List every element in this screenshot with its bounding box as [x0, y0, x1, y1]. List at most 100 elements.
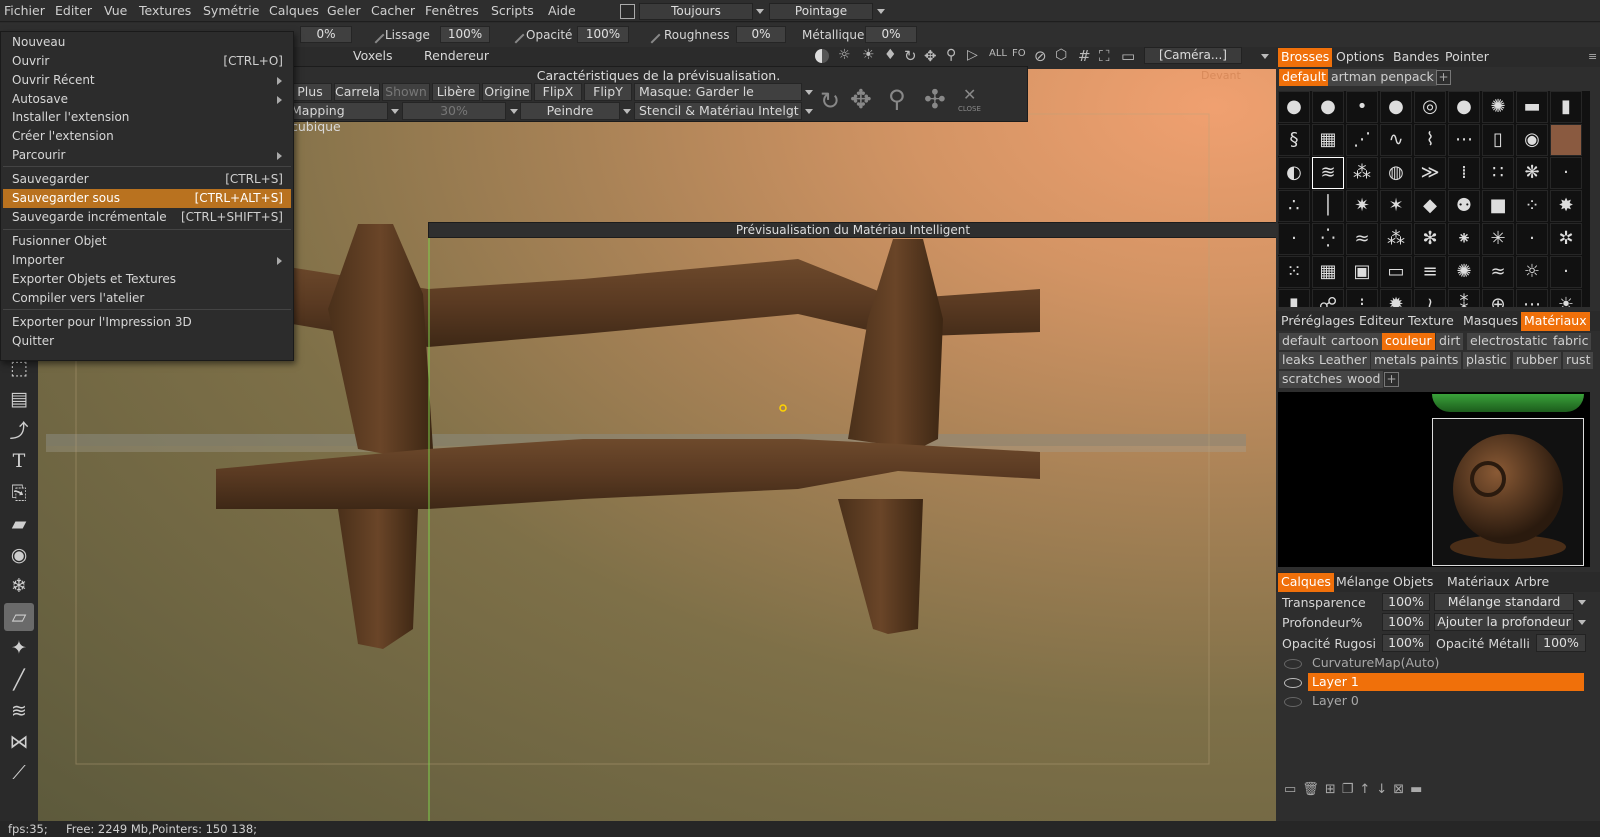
- mat-cat-paints[interactable]: paints: [1417, 352, 1462, 369]
- brush-thumbnail[interactable]: ⌇: [1414, 124, 1446, 156]
- mat-cat-scratches[interactable]: scratches: [1279, 371, 1346, 388]
- delete-layer-icon[interactable]: 🗑: [1302, 782, 1325, 797]
- text-tool-icon[interactable]: T: [4, 447, 34, 475]
- brush-thumbnail[interactable]: [1550, 124, 1582, 156]
- tab-voxels[interactable]: Voxels: [353, 48, 393, 63]
- move-down-icon[interactable]: ↓: [1376, 782, 1393, 797]
- menu-item-quitter[interactable]: Quitter: [3, 332, 291, 351]
- libere-button[interactable]: Libère: [432, 83, 480, 101]
- brush-thumbnail[interactable]: ▬: [1516, 91, 1548, 123]
- menu-symetrie[interactable]: Symétrie: [203, 3, 259, 18]
- opacite-field[interactable]: 100%: [577, 26, 629, 43]
- menu-item-sauvegarder[interactable]: Sauvegarder [CTRL+S]: [3, 170, 291, 189]
- tab-preglages[interactable]: Préréglages: [1278, 312, 1358, 331]
- menu-item-fusionner-objet[interactable]: Fusionner Objet: [3, 232, 291, 251]
- mat-cat-cartoon[interactable]: cartoon: [1328, 333, 1382, 350]
- brush-thumbnail[interactable]: ✹: [1380, 289, 1412, 307]
- brush-thumbnail[interactable]: ●: [1312, 91, 1344, 123]
- pick-tool-icon[interactable]: ╱: [4, 666, 34, 694]
- drop-icon[interactable]: ♦: [884, 47, 897, 63]
- menu-geler[interactable]: Geler: [327, 3, 361, 18]
- close-icon[interactable]: ✕: [963, 85, 976, 104]
- brush-thumbnail[interactable]: ✷: [1346, 190, 1378, 222]
- brush-thumbnail[interactable]: ⁂: [1380, 223, 1412, 255]
- ruler-tool-icon[interactable]: ⟋: [4, 759, 34, 787]
- fill-tool-icon[interactable]: ⎘: [4, 479, 34, 507]
- shading-icon[interactable]: [815, 49, 829, 63]
- mat-cat-plastic[interactable]: plastic: [1463, 352, 1510, 369]
- brush-thumbnail[interactable]: ◉: [1516, 124, 1548, 156]
- roughness-field[interactable]: 0%: [736, 26, 786, 43]
- brush-thumbnail[interactable]: ⁂: [1346, 157, 1378, 189]
- mat-cat-leaks[interactable]: leaks: [1279, 352, 1318, 369]
- brush-thumbnail[interactable]: ∷: [1482, 157, 1514, 189]
- panel-menu-icon[interactable]: ≡: [1588, 50, 1597, 63]
- brush-thumbnail[interactable]: ·: [1278, 223, 1310, 255]
- menu-aide[interactable]: Aide: [548, 3, 576, 18]
- camera-dropdown[interactable]: [Caméra...]: [1144, 47, 1242, 64]
- mat-cat-rust[interactable]: rust: [1563, 352, 1594, 369]
- move-preview-icon[interactable]: ✥: [850, 85, 872, 115]
- percent-field[interactable]: 30%: [402, 102, 506, 120]
- menu-item-exporter-impression-3d[interactable]: Exporter pour l'Impression 3D: [3, 313, 291, 332]
- eye-icon[interactable]: [1284, 659, 1302, 669]
- light-icon[interactable]: ☼: [838, 47, 851, 63]
- mat-cat-metals[interactable]: metals: [1371, 352, 1420, 369]
- brush-thumbnail[interactable]: ·: [1516, 223, 1548, 255]
- brush-thumbnail[interactable]: ▣: [1346, 256, 1378, 288]
- new-layer-icon[interactable]: ▭: [1284, 782, 1302, 797]
- brush-thumbnail[interactable]: ▮: [1550, 91, 1582, 123]
- radius-field[interactable]: 0%: [300, 26, 352, 43]
- brush-thumbnail[interactable]: ▮: [1278, 289, 1310, 307]
- tab-renderer[interactable]: Rendereur: [424, 48, 489, 63]
- preset-default[interactable]: default: [1279, 69, 1329, 86]
- menu-item-exporter-objets[interactable]: Exporter Objets et Textures: [3, 270, 291, 289]
- brush-thumbnail[interactable]: ✳: [1482, 223, 1514, 255]
- brush-thumbnail[interactable]: ☍: [1312, 289, 1344, 307]
- brush-thumbnail[interactable]: ❋: [1516, 157, 1548, 189]
- tab-options[interactable]: Options: [1333, 48, 1387, 67]
- brush-thumbnail[interactable]: ≈: [1482, 256, 1514, 288]
- mat-cat-couleur[interactable]: couleur: [1382, 333, 1435, 350]
- block-icon[interactable]: ⊘: [1034, 47, 1047, 65]
- copy-tool-icon[interactable]: ▤: [4, 385, 34, 413]
- transparence-field[interactable]: 100%: [1382, 593, 1430, 611]
- brush-thumbnail[interactable]: ⁞: [1448, 157, 1480, 189]
- focus-icon[interactable]: FO: [1012, 48, 1026, 59]
- add-category-icon[interactable]: +: [1384, 372, 1399, 387]
- preset-artman[interactable]: artman penpack: [1328, 69, 1437, 86]
- brush-thumbnail[interactable]: ∴: [1278, 190, 1310, 222]
- tab-bandes[interactable]: Bandes: [1390, 48, 1442, 67]
- mat-cat-fabric[interactable]: fabric: [1550, 333, 1592, 350]
- rotate-icon[interactable]: ↻: [904, 47, 917, 65]
- brush-thumbnail[interactable]: ▦: [1312, 256, 1344, 288]
- brush-thumbnail[interactable]: ≈: [1346, 223, 1378, 255]
- cube-icon[interactable]: ⬡: [1055, 47, 1067, 63]
- brush-thumbnail[interactable]: ✶: [1380, 190, 1412, 222]
- eye-icon[interactable]: [1284, 697, 1302, 707]
- brush-thumbnail[interactable]: ⊕: [1482, 289, 1514, 307]
- image-icon[interactable]: ▭: [1121, 47, 1135, 65]
- brush-thumbnail[interactable]: ✲: [1550, 223, 1582, 255]
- tab-objets[interactable]: Objets: [1390, 573, 1436, 592]
- opacite-metalli-field[interactable]: 100%: [1536, 634, 1586, 652]
- menu-item-creer-extension[interactable]: Créer l'extension: [3, 127, 291, 146]
- butterfly-tool-icon[interactable]: ⋈: [4, 728, 34, 756]
- layer-item-curvature[interactable]: CurvatureMap(Auto): [1308, 654, 1584, 672]
- folder-icon[interactable]: ▬: [1410, 782, 1428, 797]
- tab-materiaux-layers[interactable]: Matériaux: [1444, 573, 1513, 592]
- brush-thumbnail[interactable]: ✺: [1448, 256, 1480, 288]
- zoom-preview-icon[interactable]: ⚲: [888, 85, 906, 113]
- menu-item-importer[interactable]: Importer: [3, 251, 291, 270]
- menu-cacher[interactable]: Cacher: [371, 3, 415, 18]
- mat-cat-wood[interactable]: wood: [1344, 371, 1384, 388]
- brush-thumbnail[interactable]: ⁛: [1312, 223, 1344, 255]
- tab-melange[interactable]: Mélange: [1333, 573, 1392, 592]
- tab-calques[interactable]: Calques: [1278, 573, 1334, 592]
- origine-button[interactable]: Origine: [482, 83, 532, 101]
- brush-thumbnail[interactable]: ⁘: [1516, 190, 1548, 222]
- mode-dropdown[interactable]: Toujours: [639, 3, 753, 20]
- menu-fichier[interactable]: Fichier: [4, 3, 45, 18]
- brush-thumbnail[interactable]: ⁝: [1346, 289, 1378, 307]
- freeze-tool-icon[interactable]: ❄: [4, 572, 34, 600]
